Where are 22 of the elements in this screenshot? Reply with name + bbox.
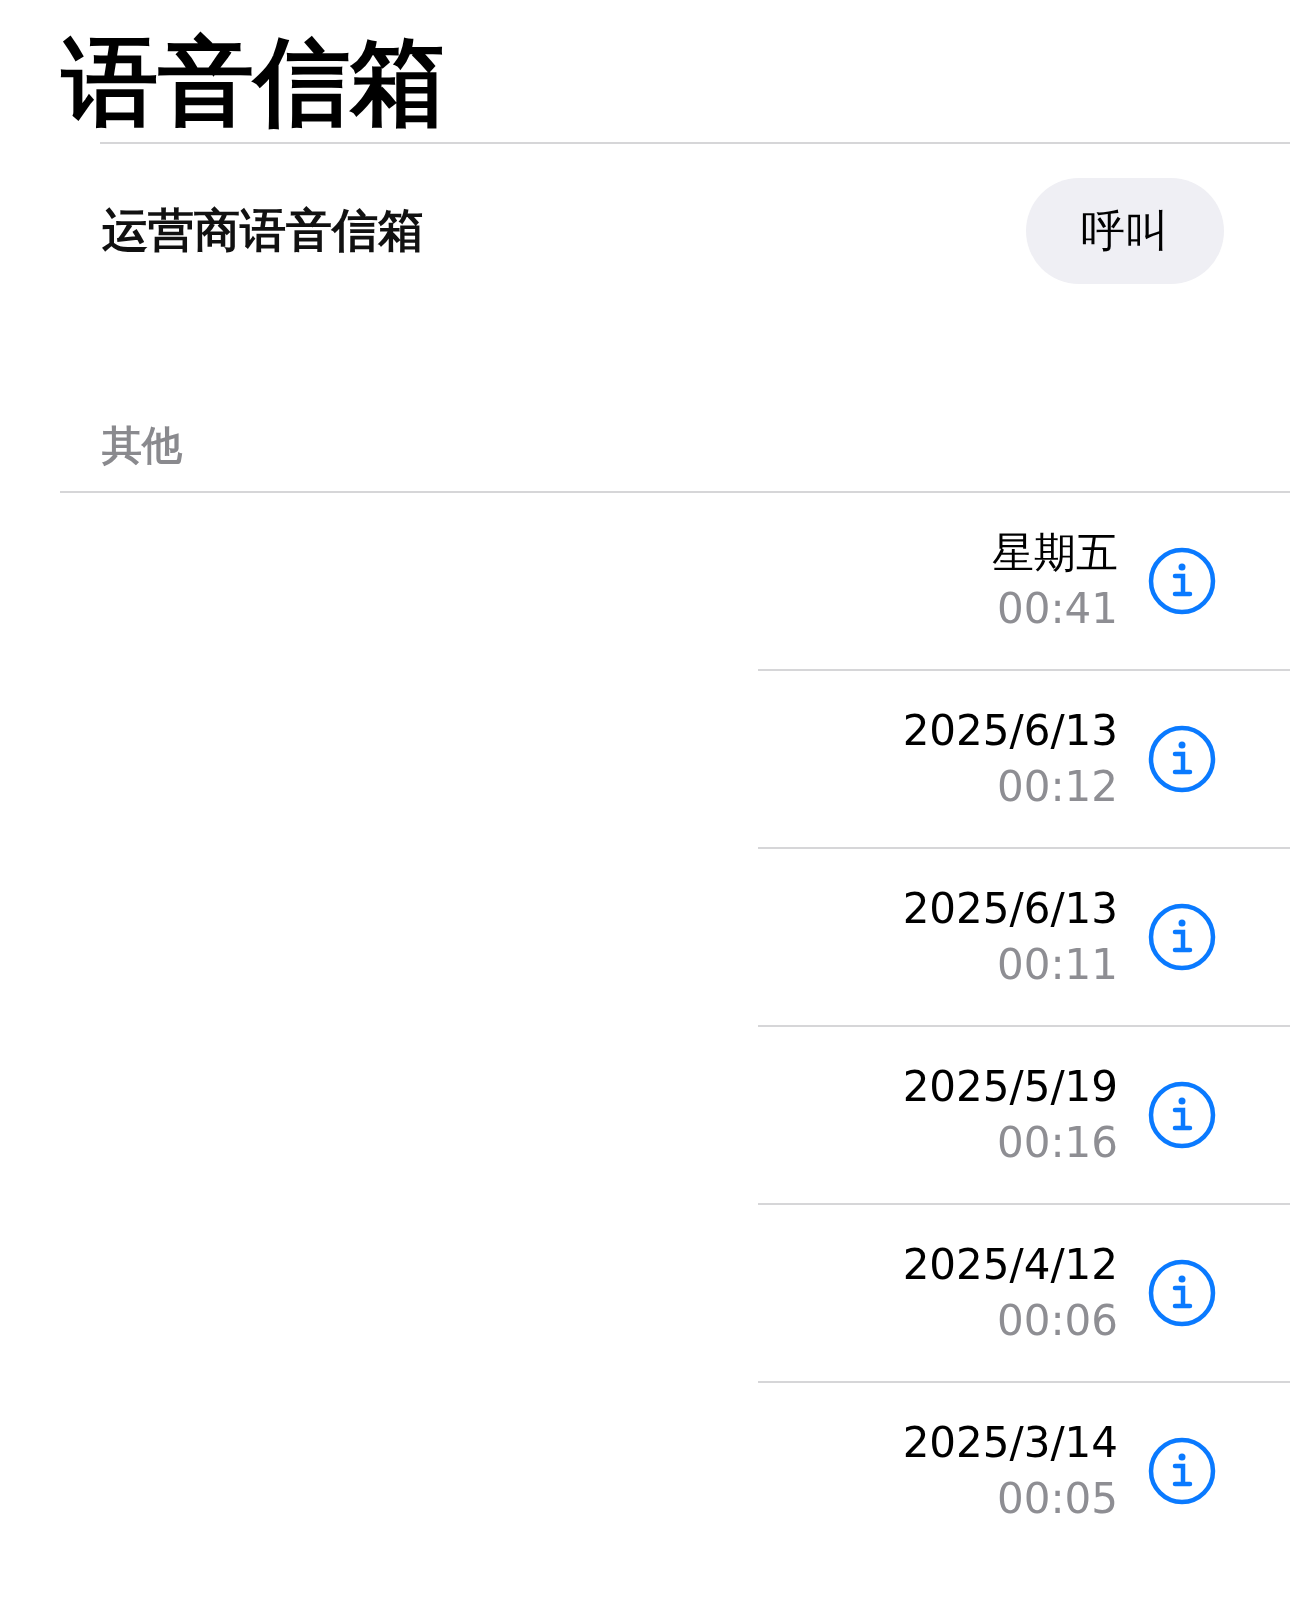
info-icon[interactable] [1148,903,1216,971]
section-header: 其他 [101,421,183,470]
info-icon[interactable] [1148,725,1216,793]
info-icon[interactable] [1148,1081,1216,1149]
carrier-voicemail-label: 运营商语音信箱 [102,202,424,259]
call-button[interactable]: 呼叫 [1026,178,1224,284]
message-date: 2025/4/12 [902,1239,1118,1291]
info-icon[interactable] [1148,1437,1216,1505]
info-icon[interactable] [1148,547,1216,615]
message-date: 2025/6/13 [902,883,1118,935]
message-date: 2025/6/13 [902,705,1118,757]
message-duration: 00:16 [996,1117,1118,1169]
message-duration: 00:12 [996,761,1118,813]
message-date: 2025/5/19 [902,1061,1118,1113]
message-date: 星期五 [992,527,1118,579]
message-date: 2025/3/14 [902,1417,1118,1469]
message-duration: 00:06 [996,1295,1118,1347]
message-duration: 00:11 [996,939,1118,991]
message-duration: 00:41 [996,583,1118,635]
info-icon[interactable] [1148,1259,1216,1327]
message-duration: 00:05 [996,1473,1118,1525]
page-title: 语音信箱 [60,25,447,140]
